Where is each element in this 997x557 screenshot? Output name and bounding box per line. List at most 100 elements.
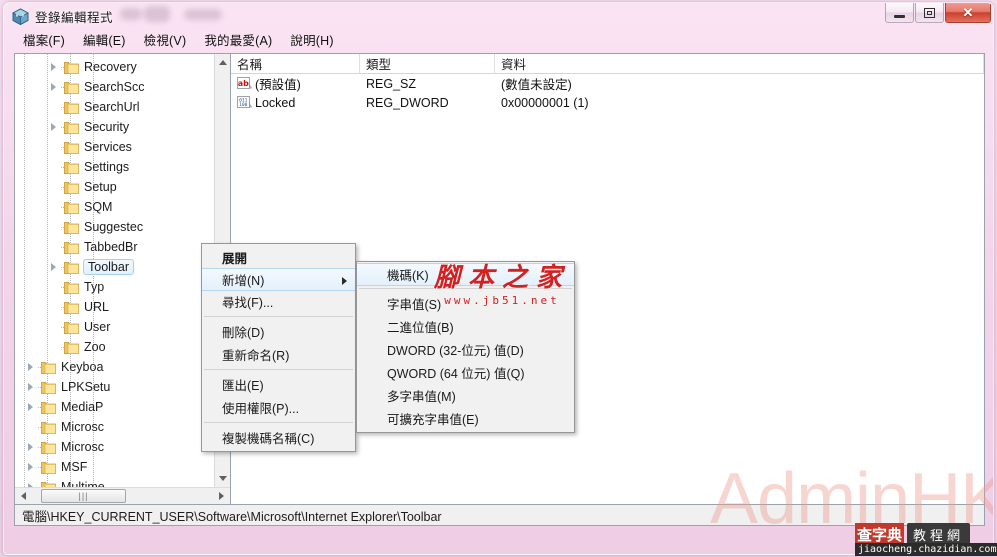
tree-item-setup[interactable]: Setup	[15, 177, 230, 197]
tree-item-label: SearchUrl	[84, 100, 140, 114]
cell-data: (數值未設定)	[501, 78, 572, 92]
tree-item-url[interactable]: URL	[15, 297, 230, 317]
submenu-arrow-icon	[342, 277, 347, 285]
tree-item-msf[interactable]: MSF	[15, 457, 230, 477]
tree-horizontal-scrollbar[interactable]: |||	[15, 487, 230, 504]
tree-item-security[interactable]: Security	[15, 117, 230, 137]
tree-item-label: URL	[84, 300, 110, 314]
tree-item-user[interactable]: User	[15, 317, 230, 337]
close-button[interactable]: ✕	[945, 3, 991, 23]
menu-item-label: 新增(N)	[222, 274, 265, 288]
sub-expandable[interactable]: 可擴充字串值(E)	[357, 407, 574, 430]
table-row[interactable]: 011 100 Locked REG_DWORD 0x00000001 (1)	[231, 93, 984, 112]
tree-item-label: MediaP	[61, 400, 104, 414]
close-icon: ✕	[962, 5, 974, 20]
tree-item-suggestec[interactable]: Suggestec	[15, 217, 230, 237]
tree-item-label: Toolbar	[83, 259, 134, 275]
tree-item-zoo[interactable]: Zoo	[15, 337, 230, 357]
menu-separator	[204, 422, 353, 423]
tree-item-searchurl[interactable]: SearchUrl	[15, 97, 230, 117]
folder-icon	[40, 460, 57, 475]
menu-view[interactable]: 檢視(V)	[135, 28, 196, 52]
sub-key[interactable]: 機碼(K)	[357, 263, 574, 286]
sub-multistring[interactable]: 多字串值(M)	[357, 384, 574, 407]
tree-node-list: Recovery SearchScc SearchUrl Security Servic…	[15, 54, 230, 487]
expand-triangle-icon[interactable]	[24, 477, 40, 487]
tree-item-sqm[interactable]: SQM	[15, 197, 230, 217]
ctx-expand[interactable]: 展開	[202, 246, 355, 269]
maximize-button[interactable]	[915, 3, 944, 23]
tree-item-label: Services	[84, 140, 132, 154]
folder-icon	[63, 180, 80, 195]
ctx-delete[interactable]: 刪除(D)	[202, 320, 355, 343]
scroll-down-button[interactable]	[215, 470, 230, 487]
dword-value-icon: 011 100	[237, 95, 253, 110]
menu-item-label: 重新命名(R)	[222, 349, 290, 363]
horizontal-scroll-thumb[interactable]: |||	[41, 489, 126, 503]
tree-item-keyboa[interactable]: Keyboa	[15, 357, 230, 377]
menu-favorites[interactable]: 我的最愛(A)	[195, 28, 281, 52]
menu-item-label: 使用權限(P)...	[222, 402, 300, 416]
cell-name: 011 100 Locked	[231, 96, 360, 110]
column-header-data[interactable]: 資料	[495, 54, 984, 73]
svg-text:100: 100	[239, 102, 248, 108]
menu-file[interactable]: 檔案(F)	[14, 28, 74, 52]
ctx-new[interactable]: 新增(N)	[202, 268, 355, 291]
value-name: Locked	[255, 95, 296, 110]
menu-item-label: 機碼(K)	[387, 269, 429, 283]
column-header-type[interactable]: 類型	[360, 54, 495, 73]
tree-item-label: TabbedBr	[84, 240, 138, 254]
tree-item-lpksetu[interactable]: LPKSetu	[15, 377, 230, 397]
menu-edit[interactable]: 編輯(E)	[74, 28, 135, 52]
folder-icon	[63, 220, 80, 235]
sub-binary[interactable]: 二進位值(B)	[357, 315, 574, 338]
tree-item-label: SQM	[84, 200, 113, 214]
tree-item-searchscc[interactable]: SearchScc	[15, 77, 230, 97]
cell-type: REG_SZ	[366, 76, 417, 91]
tree-item-mediap[interactable]: MediaP	[15, 397, 230, 417]
tree-item-microsc[interactable]: Microsc	[15, 417, 230, 437]
tree-item-tabbedbr[interactable]: TabbedBr	[15, 237, 230, 257]
tree-item-multime[interactable]: Multime	[15, 477, 230, 487]
menu-item-label: 複製機碼名稱(C)	[222, 432, 315, 446]
tree-scroll-area[interactable]: Recovery SearchScc SearchUrl Security Servic…	[15, 54, 230, 487]
tree-item-settings[interactable]: Settings	[15, 157, 230, 177]
tree-item-toolbar[interactable]: Toolbar	[15, 257, 230, 277]
sub-string[interactable]: 字串值(S)	[357, 292, 574, 315]
minimize-icon	[894, 14, 905, 18]
folder-icon	[63, 280, 80, 295]
status-bar-path: 電腦\HKEY_CURRENT_USER\Software\Microsoft\…	[22, 509, 442, 524]
ctx-rename[interactable]: 重新命名(R)	[202, 343, 355, 366]
menu-item-label: 展開	[222, 252, 248, 266]
ctx-find[interactable]: 尋找(F)...	[202, 290, 355, 313]
column-header-name[interactable]: 名稱	[231, 54, 360, 73]
table-row[interactable]: ab (預設值) REG_SZ (數值未設定)	[231, 74, 984, 93]
menu-item-label: 多字串值(M)	[387, 390, 456, 404]
scroll-right-button[interactable]	[213, 488, 230, 504]
tree-item-typ[interactable]: Typ	[15, 277, 230, 297]
tree-item-label: Setup	[84, 180, 117, 194]
scroll-up-button[interactable]	[215, 54, 230, 71]
ctx-export[interactable]: 匯出(E)	[202, 373, 355, 396]
status-bar: 電腦\HKEY_CURRENT_USER\Software\Microsoft\…	[15, 504, 984, 525]
tree-item-label: Settings	[84, 160, 130, 174]
tree-item-label: SearchScc	[84, 80, 145, 94]
title-bar[interactable]: 登錄編輯程式 ✕	[4, 3, 993, 29]
sub-qword64[interactable]: QWORD (64 位元) 值(Q)	[357, 361, 574, 384]
registry-tree-pane: Recovery SearchScc SearchUrl Security Servic…	[15, 54, 231, 504]
chevron-up-icon	[219, 60, 227, 65]
ctx-copy-key[interactable]: 複製機碼名稱(C)	[202, 426, 355, 449]
tree-item-label: Security	[84, 120, 130, 134]
ctx-permissions[interactable]: 使用權限(P)...	[202, 396, 355, 419]
minimize-button[interactable]	[885, 3, 914, 23]
chevron-right-icon	[219, 492, 224, 500]
menu-help[interactable]: 說明(H)	[281, 28, 342, 52]
tree-item-microsc[interactable]: Microsc	[15, 437, 230, 457]
tree-item-services[interactable]: Services	[15, 137, 230, 157]
folder-icon	[40, 400, 57, 415]
registry-editor-window: 登錄編輯程式 ✕ 檔案(F) 編輯(E) 檢視(V) 我的最愛(A) 說明(H)…	[3, 2, 994, 555]
scroll-left-button[interactable]	[15, 488, 32, 504]
tree-item-recovery[interactable]: Recovery	[15, 57, 230, 77]
menu-bar: 檔案(F) 編輯(E) 檢視(V) 我的最愛(A) 說明(H)	[4, 29, 993, 51]
sub-dword32[interactable]: DWORD (32-位元) 值(D)	[357, 338, 574, 361]
